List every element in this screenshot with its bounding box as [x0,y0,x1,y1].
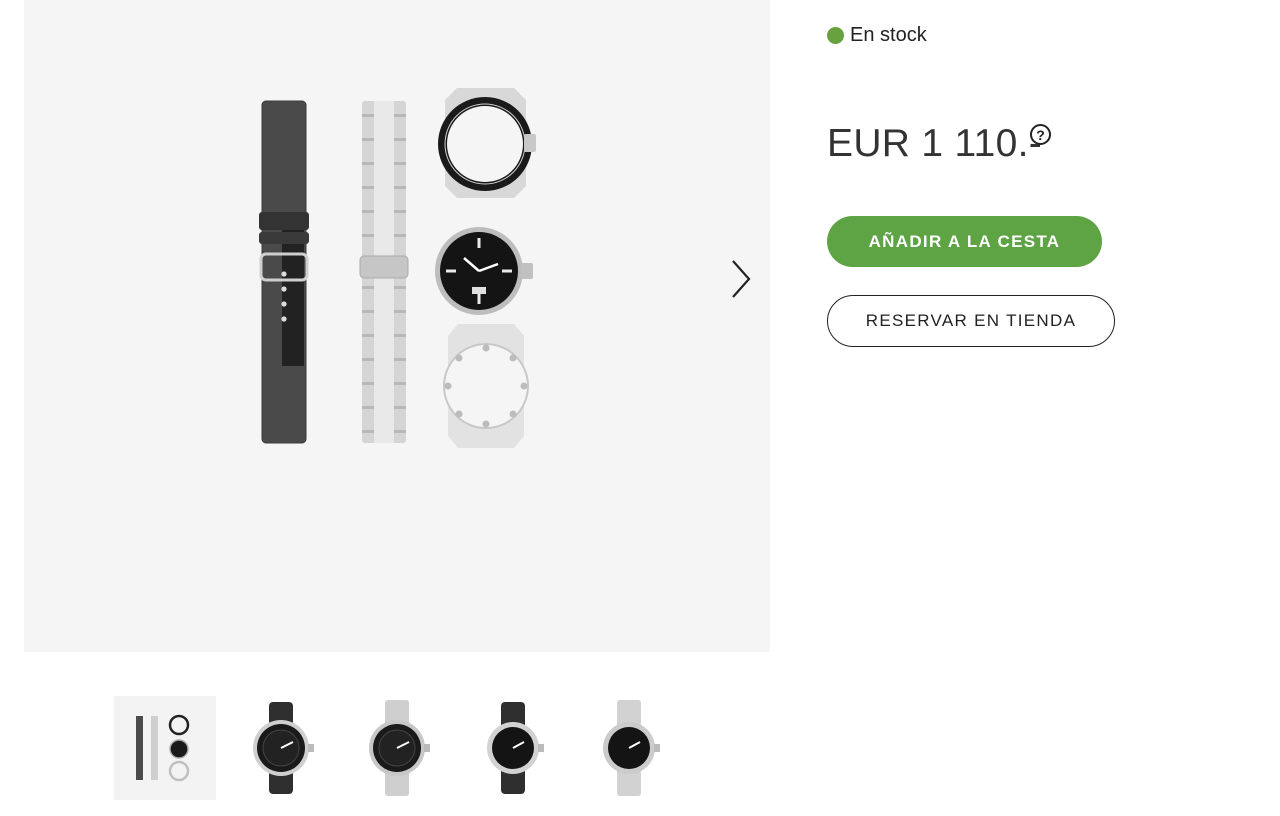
thumbnail-steel-bezel[interactable] [346,696,448,800]
thumbnail-black-strap-plain[interactable] [462,696,564,800]
fabric-strap-image [259,100,309,444]
product-gallery [24,0,770,652]
product-price: EUR 1 110.- [827,122,1043,165]
reserve-in-store-button[interactable]: RESERVAR EN TIENDA [827,295,1115,347]
main-product-image [252,86,562,463]
watch-black-strap-thumbnail [253,702,314,794]
thumbnail-black-strap[interactable] [230,696,332,800]
bezel-image [438,88,536,198]
add-to-cart-button[interactable]: AÑADIR A LA CESTA [827,216,1102,267]
thumbnail-kit[interactable] [114,696,216,800]
watch-steel-bezel-thumbnail [369,700,430,796]
watch-steel-plain-thumbnail [603,700,660,796]
dial-image [435,227,533,315]
question-circle-icon[interactable]: ? [1030,124,1051,145]
stock-status-label: En stock [850,24,927,46]
chevron-right-icon [732,260,751,298]
stock-status: En stock [827,24,927,47]
next-image-button[interactable] [724,254,758,304]
steel-bracelet-image [359,101,409,443]
watch-black-strap-plain-thumbnail [487,702,544,794]
in-stock-dot-icon [827,27,844,44]
watch-kit-thumbnail [136,714,190,782]
case-image [443,324,529,448]
thumbnail-steel-plain[interactable] [578,696,680,800]
